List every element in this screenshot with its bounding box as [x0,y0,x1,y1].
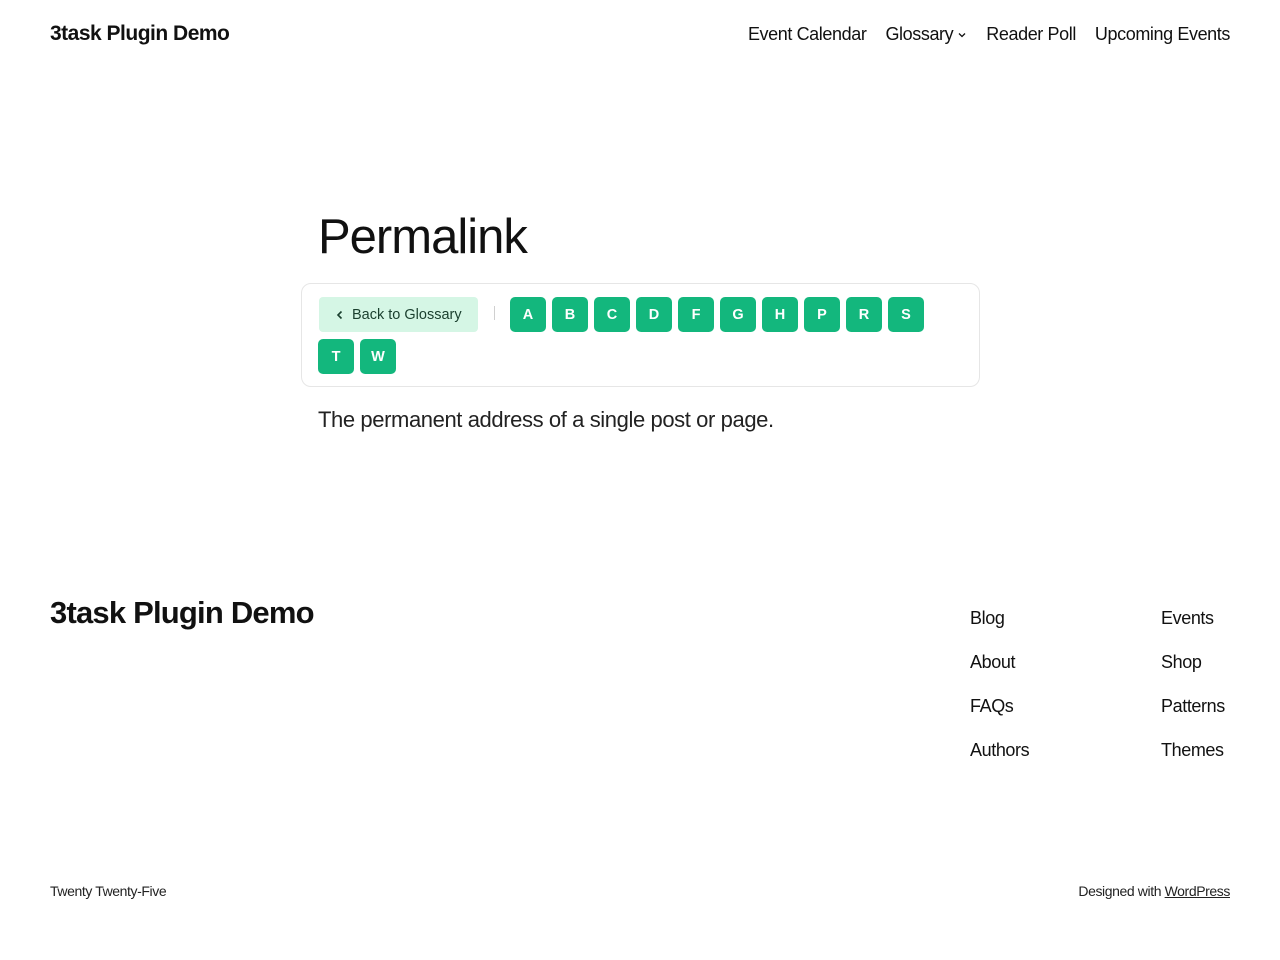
footer-link-about[interactable]: About [970,640,1029,684]
footer-link-themes[interactable]: Themes [1161,728,1225,772]
footer-nav-column-2: Events Shop Patterns Themes [1161,596,1225,772]
nav-event-calendar[interactable]: Event Calendar [747,24,867,45]
designed-with-text: Designed with [1078,883,1162,899]
theme-credit: Twenty Twenty-Five [50,883,167,899]
letter-t-button[interactable]: T [318,339,354,374]
letter-d-button[interactable]: D [636,297,672,332]
designed-with-credit: Designed with WordPress [1078,883,1230,899]
term-description: The permanent address of a single post o… [318,407,774,432]
footer-site-title[interactable]: 3task Plugin Demo [50,595,315,631]
wordpress-link[interactable]: WordPress [1165,883,1231,899]
site-title[interactable]: 3task Plugin Demo [50,22,230,46]
footer-link-authors[interactable]: Authors [970,728,1030,772]
page-title: Permalink [318,210,528,264]
letter-a-button[interactable]: A [510,297,546,332]
content-area: Permalink [318,205,980,269]
separator [494,306,495,320]
letter-f-button[interactable]: F [678,297,714,332]
glossary-navigation: Back to Glossary A B C D F G H P R S T W [301,283,980,387]
nav-reader-poll[interactable]: Reader Poll [986,24,1076,45]
chevron-down-icon [958,32,966,37]
nav-upcoming-events[interactable]: Upcoming Events [1095,24,1230,45]
footer-link-patterns[interactable]: Patterns [1161,684,1225,728]
site-header: 3task Plugin Demo Event Calendar Glossar… [0,0,1280,72]
footer-link-blog[interactable]: Blog [970,596,1029,640]
letter-h-button[interactable]: H [762,297,798,332]
nav-reader-poll-label: Reader Poll [986,24,1076,44]
nav-event-calendar-label: Event Calendar [747,24,867,44]
letter-g-button[interactable]: G [720,297,756,332]
letter-c-button[interactable]: C [594,297,630,332]
footer-link-faqs[interactable]: FAQs [970,684,1029,728]
letter-r-button[interactable]: R [846,297,882,332]
letter-p-button[interactable]: P [804,297,840,332]
back-to-glossary-label: Back to Glossary [352,306,462,323]
footer-link-events[interactable]: Events [1161,596,1225,640]
footer-link-shop[interactable]: Shop [1161,640,1225,684]
footer-nav-column-1: Blog About FAQs Authors [970,596,1030,772]
chevron-left-icon [336,310,343,319]
nav-glossary-label: Glossary [885,24,954,44]
back-to-glossary-button[interactable]: Back to Glossary [319,297,478,332]
letter-w-button[interactable]: W [360,339,396,374]
letter-s-button[interactable]: S [888,297,924,332]
nav-glossary[interactable]: Glossary [885,24,967,45]
nav-upcoming-events-label: Upcoming Events [1094,24,1230,44]
letter-b-button[interactable]: B [552,297,588,332]
main-nav: Event Calendar Glossary Reader Poll Upco… [748,24,1230,45]
